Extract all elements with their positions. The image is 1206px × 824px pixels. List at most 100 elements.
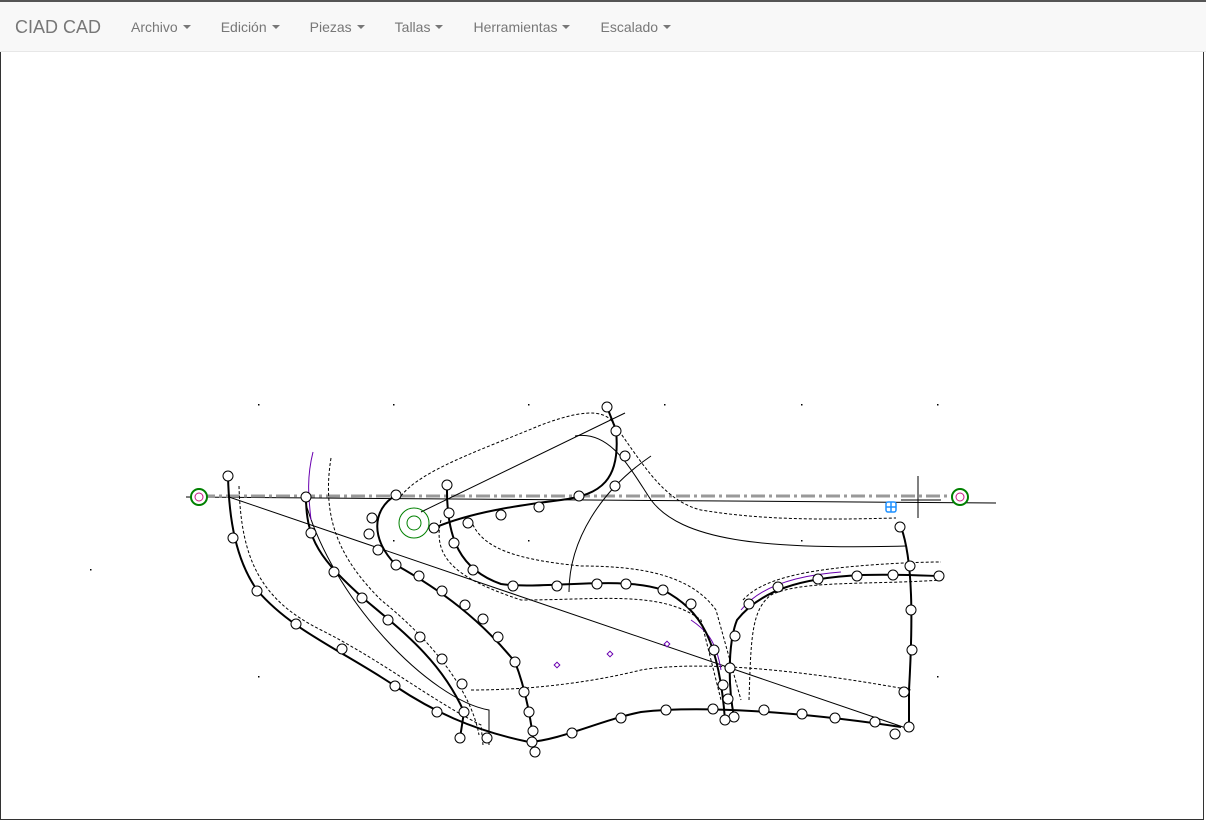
vertex-point[interactable] — [717, 679, 729, 691]
vertex-point[interactable] — [356, 592, 368, 604]
menu-edicion-label: Edición — [220, 18, 267, 35]
vertex-point[interactable] — [382, 614, 394, 626]
vertex-point[interactable] — [685, 598, 697, 610]
vertex-point[interactable] — [601, 401, 613, 413]
vertex-point[interactable] — [869, 716, 881, 728]
vertex-point[interactable] — [413, 570, 425, 582]
purple-curves — [308, 451, 842, 671]
vertex-point[interactable] — [414, 631, 426, 643]
vertex-point[interactable] — [903, 721, 915, 733]
vertex-point[interactable] — [729, 630, 741, 642]
vertex-point[interactable] — [481, 732, 493, 744]
vertex-point[interactable] — [812, 573, 824, 585]
menu-escalado[interactable]: Escalado — [585, 2, 686, 52]
vertex-point[interactable] — [609, 480, 621, 492]
vertex-point[interactable] — [719, 714, 731, 726]
vertex-point[interactable] — [610, 425, 622, 437]
menu-edicion[interactable]: Edición — [206, 2, 295, 52]
vertex-point[interactable] — [366, 512, 378, 524]
vertex-point[interactable] — [905, 604, 917, 616]
vertex-point[interactable] — [615, 712, 627, 724]
vertex-point[interactable] — [894, 521, 906, 533]
vertex-point[interactable] — [566, 727, 578, 739]
vertex-point[interactable] — [619, 450, 631, 462]
vertex-point[interactable] — [523, 706, 535, 718]
purple-markers — [553, 640, 671, 669]
vertex-point[interactable] — [851, 570, 863, 582]
caret-down-icon — [271, 24, 280, 29]
vertex-point[interactable] — [573, 490, 585, 502]
vertex-point[interactable] — [933, 570, 945, 582]
origin-target-icon[interactable] — [398, 507, 430, 539]
vertex-point[interactable] — [441, 479, 453, 491]
vertex-point[interactable] — [389, 680, 401, 692]
app-brand[interactable]: CIAD CAD — [0, 2, 116, 52]
vertex-point[interactable] — [336, 643, 348, 655]
vertex-point[interactable] — [390, 559, 402, 571]
vertex-point[interactable] — [436, 585, 448, 597]
vertex-point[interactable] — [300, 491, 312, 503]
axis-end-target-icon[interactable] — [190, 488, 208, 506]
vertex-point[interactable] — [829, 712, 841, 724]
vertex-point[interactable] — [222, 470, 234, 482]
vertex-point[interactable] — [657, 584, 669, 596]
vertex-point[interactable] — [527, 725, 539, 737]
menu-archivo[interactable]: Archivo — [116, 2, 206, 52]
axis-end-target-icon[interactable] — [951, 488, 969, 506]
caret-down-icon — [435, 24, 444, 29]
vertex-point[interactable] — [436, 653, 448, 665]
vertex-point[interactable] — [887, 569, 899, 581]
vertex-point[interactable] — [428, 522, 440, 534]
vertex-point[interactable] — [458, 706, 470, 718]
vertex-point[interactable] — [227, 532, 239, 544]
vertex-point[interactable] — [906, 644, 918, 656]
vertex-point[interactable] — [904, 560, 916, 572]
vertex-point[interactable] — [722, 693, 734, 705]
vertex-point[interactable] — [518, 686, 530, 698]
vertex-point[interactable] — [372, 544, 384, 556]
vertex-point[interactable] — [724, 662, 736, 674]
pattern-drawing[interactable] — [1, 52, 1203, 819]
vertex-point[interactable] — [492, 631, 504, 643]
vertex-point[interactable] — [509, 656, 521, 668]
menu-piezas[interactable]: Piezas — [295, 2, 380, 52]
vertex-point[interactable] — [462, 517, 474, 529]
vertex-point[interactable] — [390, 489, 402, 501]
vertex-point[interactable] — [758, 704, 770, 716]
menu-tallas[interactable]: Tallas — [380, 2, 459, 52]
vertex-point[interactable] — [526, 736, 538, 748]
cursor-marker-icon — [885, 501, 897, 513]
top-navbar: CIAD CAD Archivo Edición Piezas Tallas H… — [0, 0, 1206, 52]
vertex-point[interactable] — [796, 708, 808, 720]
vertex-point[interactable] — [507, 580, 519, 592]
vertex-point[interactable] — [459, 599, 471, 611]
vertex-point[interactable] — [454, 732, 466, 744]
vertex-point[interactable] — [898, 686, 910, 698]
vertex-point[interactable] — [448, 537, 460, 549]
vertex-point[interactable] — [495, 509, 507, 521]
vertex-point[interactable] — [533, 501, 545, 513]
drawing-canvas[interactable] — [0, 52, 1204, 820]
vertex-point[interactable] — [477, 613, 489, 625]
vertex-point[interactable] — [456, 678, 468, 690]
vertex-point[interactable] — [443, 507, 455, 519]
vertex-point[interactable] — [620, 578, 632, 590]
vertex-point[interactable] — [529, 746, 541, 758]
vertex-point[interactable] — [431, 706, 443, 718]
vertex-point[interactable] — [707, 703, 719, 715]
vertex-point[interactable] — [660, 704, 672, 716]
vertex-point[interactable] — [328, 566, 340, 578]
vertex-point[interactable] — [728, 711, 740, 723]
vertex-point[interactable] — [467, 564, 479, 576]
vertex-point[interactable] — [290, 618, 302, 630]
vertex-point[interactable] — [743, 598, 755, 610]
vertex-point[interactable] — [363, 528, 375, 540]
vertex-point[interactable] — [251, 585, 263, 597]
vertex-point[interactable] — [305, 527, 317, 539]
vertex-point[interactable] — [591, 578, 603, 590]
vertex-point[interactable] — [551, 580, 563, 592]
vertex-point[interactable] — [708, 644, 720, 656]
menu-herramientas[interactable]: Herramientas — [458, 2, 585, 52]
vertex-point[interactable] — [889, 728, 901, 740]
vertex-point[interactable] — [772, 581, 784, 593]
